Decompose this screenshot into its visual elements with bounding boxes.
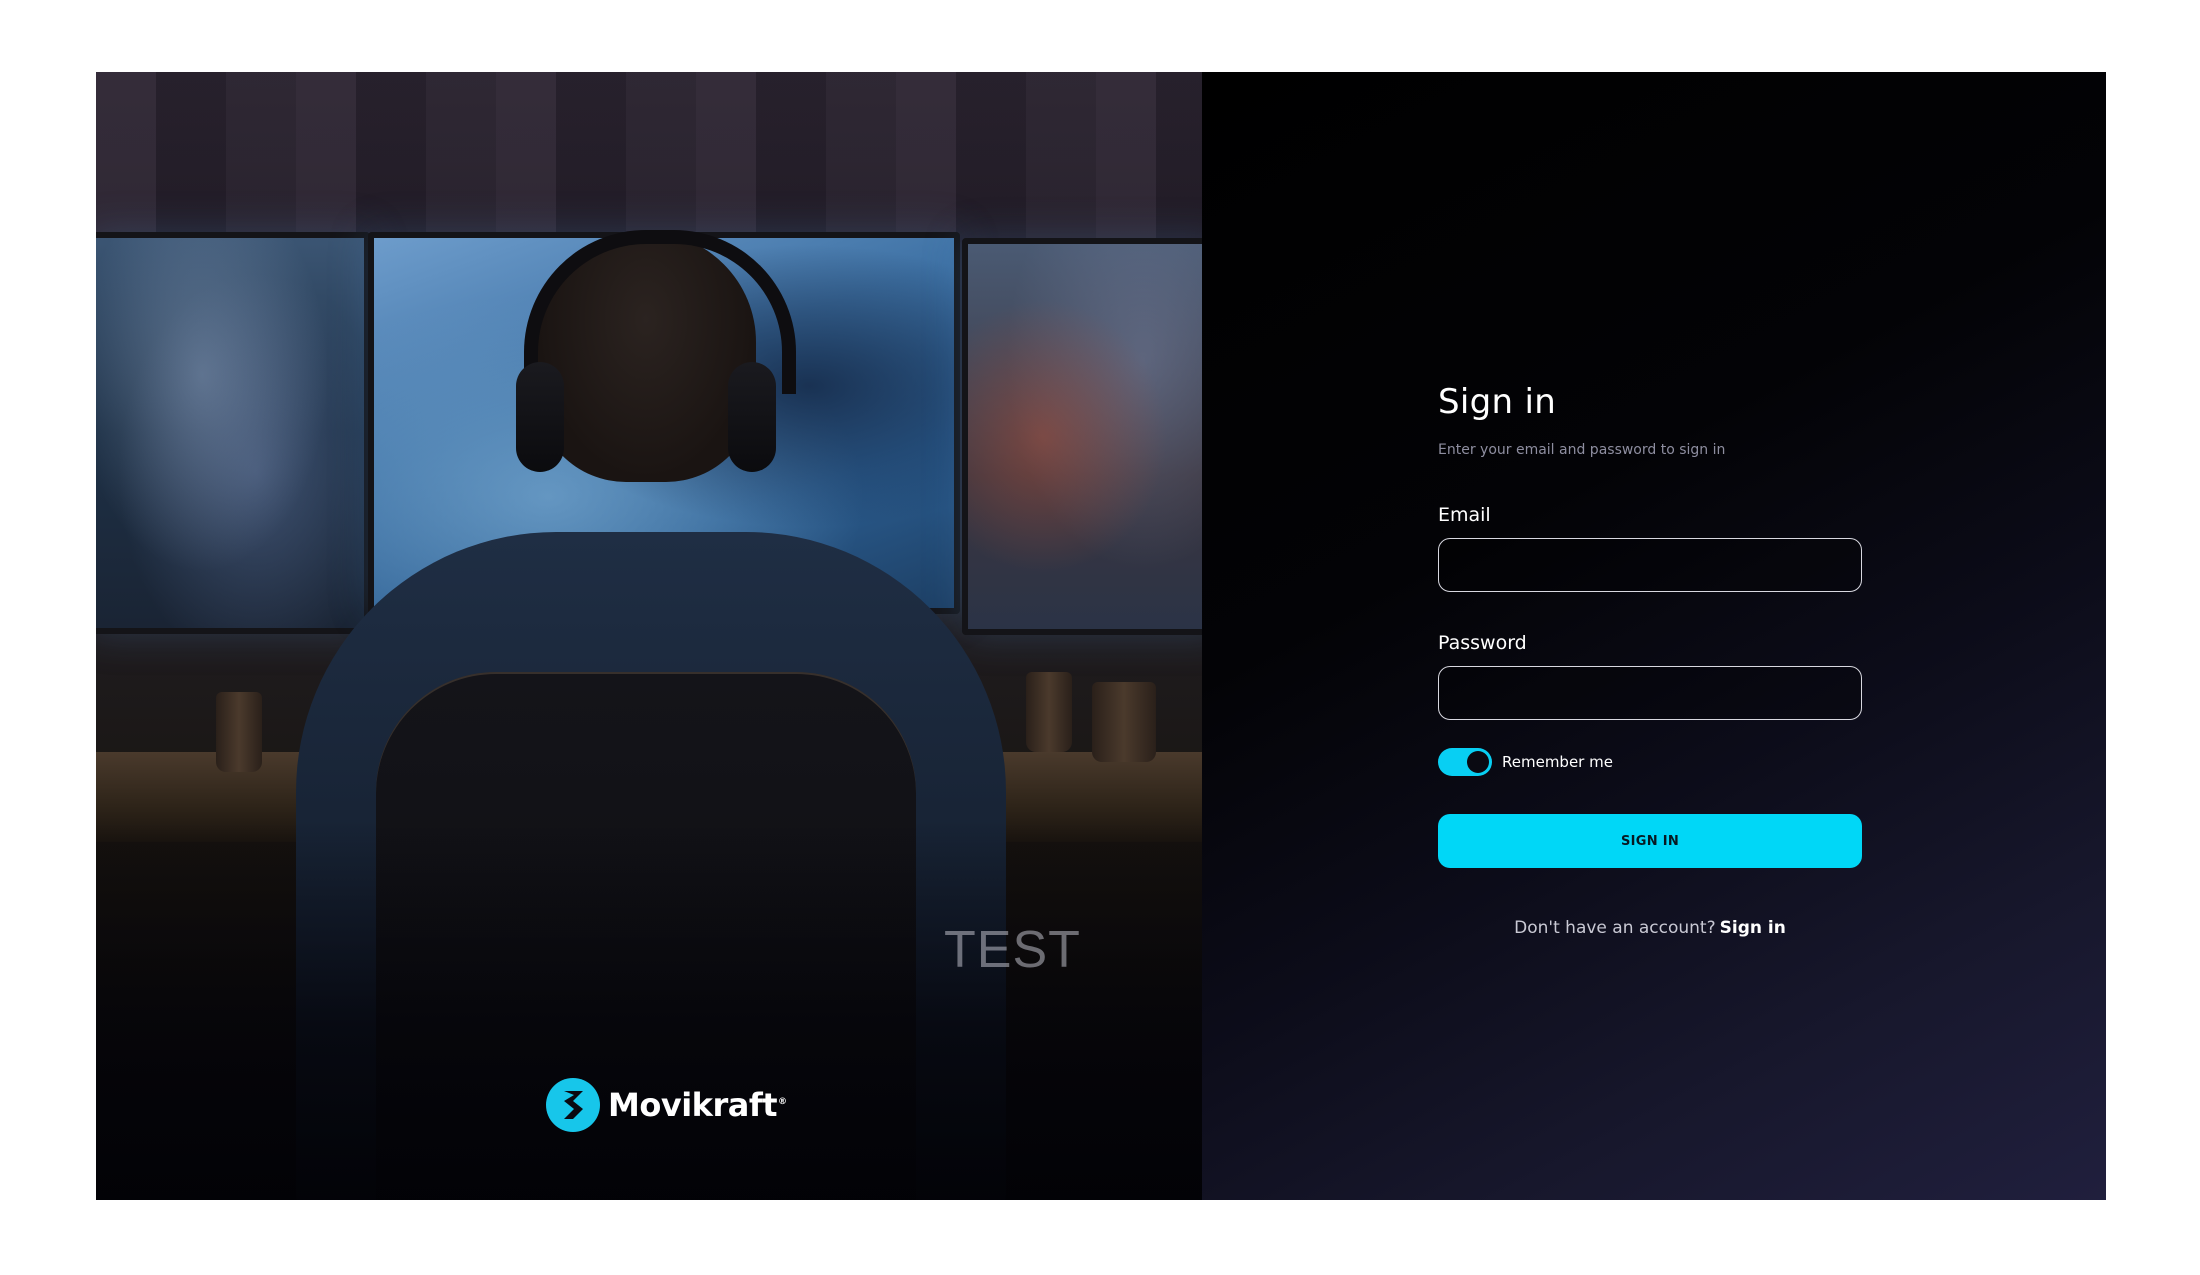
desk-mug (216, 692, 262, 772)
watermark-text: TEST (944, 921, 1081, 979)
monitor-left (96, 232, 370, 634)
remember-me-toggle[interactable] (1438, 748, 1492, 776)
signin-page: TEST Movikraft® Sign in Enter your email… (96, 72, 2106, 1200)
signin-panel: Sign in Enter your email and password to… (1202, 72, 2106, 1200)
headphone-ear-left (516, 362, 564, 472)
headphone-ear-right (728, 362, 776, 472)
brand-logo: Movikraft® (546, 1078, 787, 1132)
email-field[interactable] (1438, 538, 1862, 592)
sign-in-button[interactable]: SIGN IN (1438, 814, 1862, 868)
password-field[interactable] (1438, 666, 1862, 720)
signup-prompt-text: Don't have an account? (1514, 918, 1716, 938)
remember-me-label[interactable]: Remember me (1502, 753, 1613, 771)
image-fade (96, 820, 1202, 1200)
monitor-right (962, 238, 1202, 635)
signup-prompt: Don't have an account? Sign in (1438, 918, 1862, 938)
brand-name: Movikraft® (608, 1086, 787, 1124)
hero-image: TEST Movikraft® (96, 72, 1202, 1200)
page-title: Sign in (1438, 382, 1557, 422)
signup-link[interactable]: Sign in (1720, 918, 1786, 938)
desk-mug (1026, 672, 1072, 752)
email-label: Email (1438, 504, 1491, 526)
password-label: Password (1438, 632, 1527, 654)
pen-holder (1092, 682, 1156, 762)
page-subtitle: Enter your email and password to sign in (1438, 442, 1726, 458)
toggle-knob (1467, 751, 1489, 773)
background-shelves (96, 72, 1202, 242)
movikraft-logo-icon (546, 1078, 600, 1132)
logo-mark-icon (564, 1091, 583, 1119)
remember-me-row: Remember me (1438, 748, 1862, 776)
signin-form: Sign in Enter your email and password to… (1438, 382, 1862, 938)
